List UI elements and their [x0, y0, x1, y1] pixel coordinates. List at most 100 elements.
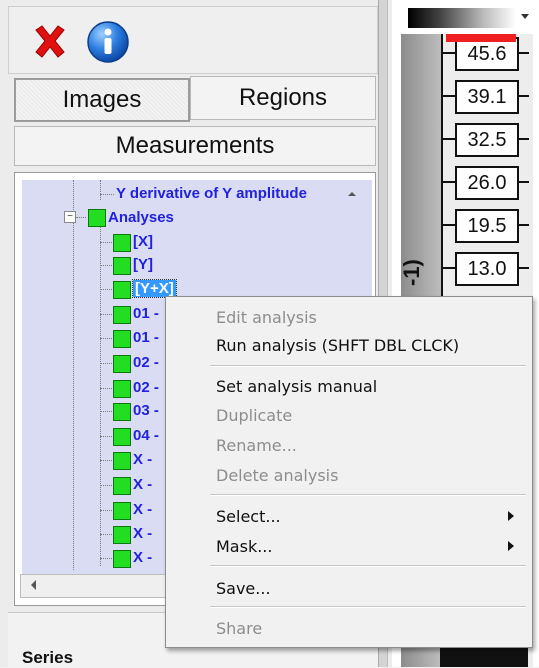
- tree-connector: [100, 510, 112, 511]
- tab-regions[interactable]: Regions: [190, 76, 376, 120]
- scale-value: 32.5: [467, 128, 507, 151]
- tree-connector: [100, 242, 112, 243]
- scale-value: 39.1: [467, 85, 507, 108]
- menu-item-edit-analysis: Edit analysis: [166, 304, 532, 330]
- tab-measurements-label: Measurements: [115, 132, 275, 159]
- scale-value: 19.5: [467, 214, 507, 237]
- tree-item-analysis[interactable]: [X]: [133, 233, 153, 250]
- analysis-square: [113, 306, 131, 324]
- tree-connector: [100, 194, 114, 195]
- tree-item-analyses[interactable]: Analyses: [108, 209, 174, 226]
- close-icon: [35, 25, 65, 58]
- scale-value: 13.0: [467, 257, 507, 280]
- tree-item-analysis[interactable]: 04 -: [133, 427, 159, 444]
- tree-connector: [73, 180, 74, 570]
- scale-tick: [441, 267, 455, 269]
- analysis-square: [113, 526, 131, 544]
- submenu-arrow-icon: [508, 511, 514, 521]
- menu-item-label: Duplicate: [216, 405, 293, 425]
- menu-item-delete-analysis: Delete analysis: [166, 462, 532, 488]
- menu-item-mask[interactable]: Mask...: [166, 533, 532, 559]
- menu-item-select[interactable]: Select...: [166, 503, 532, 529]
- scale-tick: [441, 138, 455, 140]
- analysis-square: [113, 403, 131, 421]
- tree-connector: [100, 460, 112, 461]
- menu-item-save[interactable]: Save...: [166, 575, 532, 601]
- analysis-square: [113, 330, 131, 348]
- tree-connector: [100, 180, 101, 200]
- scale-tick: [441, 224, 455, 226]
- menu-item-label: Run analysis (SHFT DBL CLCK): [216, 335, 460, 355]
- tree-item-analysis[interactable]: 02 -: [133, 354, 159, 371]
- tree-connector: [100, 436, 112, 437]
- scale-value: 45.6: [467, 42, 507, 65]
- menu-item-label: Share: [216, 618, 263, 638]
- tree-item-analysis[interactable]: X -: [133, 451, 152, 468]
- scale-value-box: 26.0: [455, 166, 519, 200]
- menu-separator: [210, 565, 526, 567]
- tree-connector: [100, 534, 112, 535]
- menu-item-run-analysis-shft-dbl-clck[interactable]: Run analysis (SHFT DBL CLCK): [166, 332, 532, 358]
- scale-value-box: 13.0: [455, 252, 519, 286]
- scale-max-marker: [446, 34, 516, 42]
- tree-item-analysis[interactable]: 01 -: [133, 329, 159, 346]
- menu-item-label: Select...: [216, 506, 281, 526]
- analysis-square: [113, 257, 131, 275]
- tree-item-top[interactable]: Y derivative of Y amplitude: [116, 185, 307, 202]
- tab-measurements[interactable]: Measurements: [14, 126, 376, 166]
- tree-item-analysis[interactable]: [Y]: [133, 256, 153, 273]
- series-label: Series: [22, 648, 74, 667]
- menu-item-duplicate: Duplicate: [166, 402, 532, 428]
- tree-item-analysis[interactable]: X -: [133, 501, 152, 518]
- tree-connector: [100, 314, 112, 315]
- analysis-square: [113, 380, 131, 398]
- tree-item-analysis[interactable]: X -: [133, 476, 152, 493]
- color-gradient-bar: [408, 8, 516, 28]
- scale-axis-label: -1): [399, 259, 424, 286]
- tree-connector: [100, 558, 112, 559]
- menu-item-label: Edit analysis: [216, 307, 317, 327]
- menu-item-label: Delete analysis: [216, 465, 339, 485]
- info-button[interactable]: [84, 18, 132, 66]
- tab-regions-label: Regions: [238, 84, 328, 111]
- tree-connector: [100, 411, 112, 412]
- scale-value: 26.0: [467, 171, 507, 194]
- collapse-toggle[interactable]: −: [64, 211, 76, 223]
- close-button[interactable]: [28, 20, 72, 64]
- analysis-square: [113, 355, 131, 373]
- tab-images[interactable]: Images: [14, 78, 190, 122]
- menu-separator: [210, 494, 526, 496]
- menu-item-set-analysis-manual[interactable]: Set analysis manual: [166, 373, 532, 399]
- scroll-left-arrow-icon[interactable]: [24, 576, 44, 594]
- tree-item-analysis[interactable]: 01 -: [133, 305, 159, 322]
- menu-separator: [210, 606, 526, 608]
- tree-item-analysis[interactable]: X -: [133, 549, 152, 566]
- tree-connector: [100, 289, 112, 290]
- analysis-square: [113, 477, 131, 495]
- tree-connector: [76, 217, 86, 218]
- tree-item-analysis[interactable]: [Y+X]: [132, 279, 177, 298]
- analysis-square: [113, 234, 131, 252]
- analysis-square: [113, 452, 131, 470]
- menu-separator: [210, 365, 526, 367]
- tree-item-analysis[interactable]: 03 -: [133, 402, 159, 419]
- menu-item-rename: Rename...: [166, 432, 532, 458]
- submenu-arrow-icon: [508, 541, 514, 551]
- tree-item-analysis[interactable]: 02 -: [133, 379, 159, 396]
- menu-item-label: Rename...: [216, 435, 297, 455]
- scroll-up-arrow-icon[interactable]: [346, 188, 358, 200]
- analysis-square: [113, 281, 131, 299]
- scale-tick: [441, 52, 455, 54]
- tree-connector: [100, 338, 112, 339]
- scale-value-box: 45.6: [455, 37, 519, 71]
- menu-item-label: Mask...: [216, 536, 273, 556]
- tree-connector: [100, 485, 112, 486]
- tree-connector: [100, 388, 112, 389]
- chevron-down-icon[interactable]: [519, 11, 531, 21]
- menu-item-label: Set analysis manual: [216, 376, 378, 396]
- analysis-square: [113, 428, 131, 446]
- info-icon: [87, 21, 129, 63]
- menu-item-share: Share: [166, 615, 532, 641]
- scale-tick: [441, 95, 455, 97]
- tree-item-analysis[interactable]: X -: [133, 525, 152, 542]
